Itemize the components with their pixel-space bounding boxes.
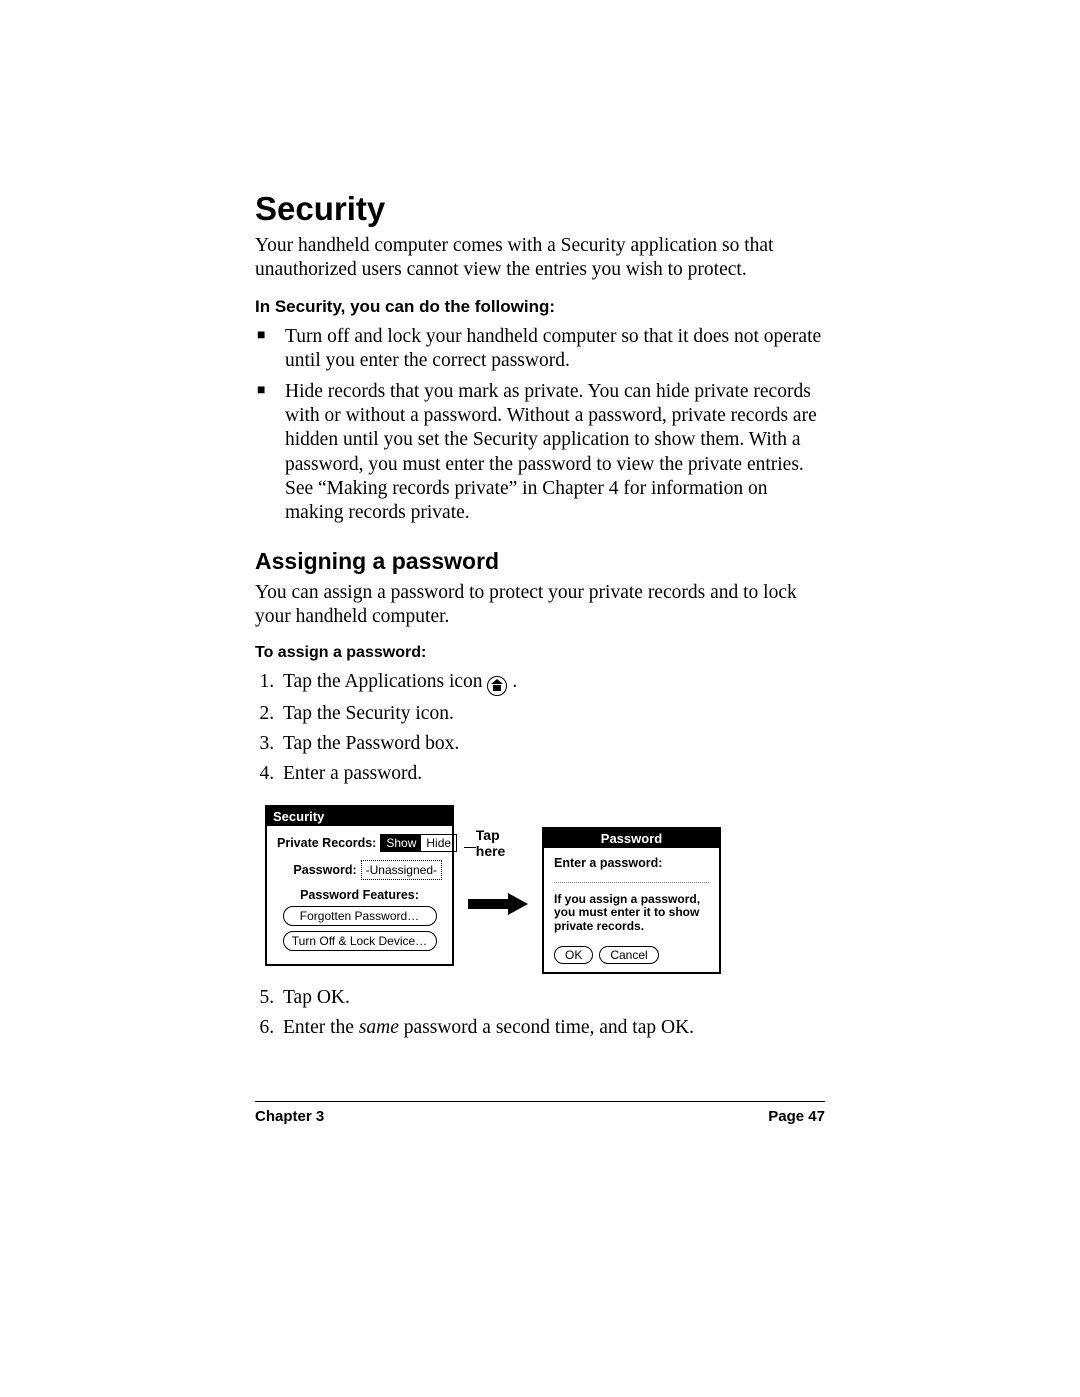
bullet-item: Hide records that you mark as private. Y… <box>279 380 825 526</box>
steps-list-continued: Tap OK. Enter the same password a second… <box>255 986 825 1041</box>
turn-off-lock-button[interactable]: Turn Off & Lock Device… <box>283 931 437 951</box>
document-page: Security Your handheld computer comes wi… <box>0 0 1080 1397</box>
password-prompt: Enter a password: <box>554 856 709 870</box>
password-dialog-title: Password <box>544 829 719 848</box>
step-item: Tap OK. <box>279 986 825 1010</box>
can-do-label: In Security, you can do the following: <box>255 297 825 317</box>
figure-callout: Tap here <box>464 805 532 915</box>
password-input[interactable] <box>554 872 709 883</box>
footer-page: Page 47 <box>768 1108 825 1125</box>
page-footer: Chapter 3 Page 47 <box>255 1101 825 1125</box>
forgotten-password-button[interactable]: Forgotten Password… <box>283 906 437 926</box>
steps-label: To assign a password: <box>255 644 825 662</box>
step-item: Tap the Applications icon . <box>279 670 825 696</box>
security-dialog-title: Security <box>267 807 452 826</box>
password-dialog: Password Enter a password: If you assign… <box>542 827 721 974</box>
applications-home-icon <box>487 676 507 696</box>
private-records-toggle[interactable]: Show Hide <box>380 834 457 852</box>
password-field-value[interactable]: -Unassigned- <box>361 860 442 880</box>
cancel-button[interactable]: Cancel <box>599 946 658 964</box>
step-item: Tap the Security icon. <box>279 702 825 726</box>
step-item: Tap the Password box. <box>279 732 825 756</box>
bullet-list: Turn off and lock your handheld computer… <box>255 325 825 526</box>
security-dialog-body: Private Records: Show Hide Password: -Un… <box>267 826 452 964</box>
step6-italic: same <box>359 1017 399 1038</box>
security-dialog: Security Private Records: Show Hide Pass… <box>265 805 454 966</box>
step-item: Enter the same password a second time, a… <box>279 1016 825 1040</box>
arrow-icon <box>468 893 528 915</box>
section-heading-security: Security <box>255 190 825 228</box>
ok-button[interactable]: OK <box>554 946 593 964</box>
steps-list: Tap the Applications icon . Tap the Secu… <box>255 670 825 787</box>
password-dialog-body: Enter a password: If you assign a passwo… <box>544 848 719 972</box>
subsection-heading-assigning: Assigning a password <box>255 548 825 575</box>
bullet-item: Turn off and lock your handheld computer… <box>279 325 825 374</box>
step6-suffix: password a second time, and tap OK. <box>399 1017 694 1038</box>
tap-here-label: Tap here <box>476 827 532 859</box>
figure-security-dialogs: Security Private Records: Show Hide Pass… <box>265 805 825 974</box>
step-text: Tap the Applications icon <box>283 671 483 692</box>
password-info-text: If you assign a password, you must enter… <box>554 893 709 934</box>
toggle-show[interactable]: Show <box>381 835 421 851</box>
assign-intro-paragraph: You can assign a password to protect you… <box>255 581 825 630</box>
password-features-label: Password Features: <box>277 888 442 902</box>
footer-chapter: Chapter 3 <box>255 1108 324 1125</box>
intro-paragraph: Your handheld computer comes with a Secu… <box>255 234 825 283</box>
step6-prefix: Enter the <box>283 1017 359 1038</box>
toggle-hide[interactable]: Hide <box>421 835 456 851</box>
step-item: Enter a password. <box>279 762 825 786</box>
password-field-label: Password: <box>293 863 356 877</box>
private-records-label: Private Records: <box>277 836 376 850</box>
